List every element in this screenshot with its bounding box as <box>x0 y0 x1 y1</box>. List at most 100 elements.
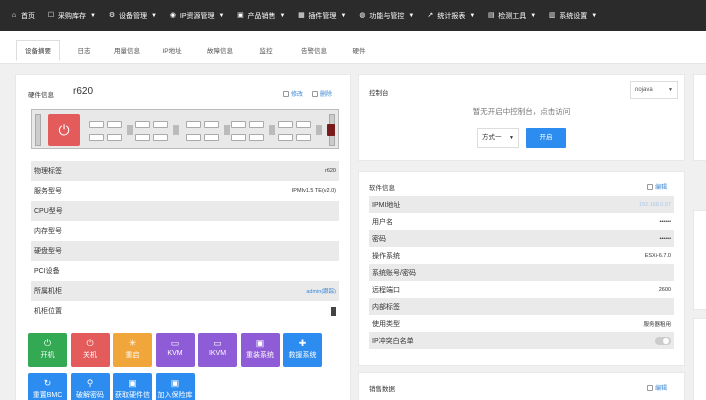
nav-item[interactable]: ◉ IP资源管理 ▼ <box>163 0 231 31</box>
console-mode-select[interactable]: 方式一 ▼ <box>477 128 519 148</box>
edit-icon <box>647 384 653 391</box>
ip-whitelist-toggle[interactable] <box>655 336 671 345</box>
power-icon[interactable]: ⏻ <box>48 114 80 146</box>
hardware-row: 服务型号 IPMIv1.5 TE(v2.0) <box>31 181 339 201</box>
console-type-select[interactable]: nojava ▼ <box>630 81 678 99</box>
edit-icon <box>647 183 653 190</box>
tab-8[interactable]: 硬件 <box>342 40 376 61</box>
drive-bay <box>135 121 150 128</box>
drive-bay <box>296 121 311 128</box>
nav-item[interactable]: ◍ 功能与管控 ▼ <box>352 0 420 31</box>
grid-icon: ▥ <box>548 11 556 19</box>
row-key: PCI设备 <box>34 268 60 275</box>
nav-item[interactable]: ▤ 检测工具 ▼ <box>481 0 542 31</box>
edit-software-link[interactable]: 编辑 <box>647 182 667 191</box>
nav-label: IP资源管理 <box>179 12 215 20</box>
row-key: 机柜位置 <box>34 308 62 315</box>
row-key: 系统账号/密码 <box>372 269 416 277</box>
nav-item[interactable]: ⚙ 设备管理 ▼ <box>102 0 163 31</box>
action-button[interactable]: ✳ 重启 <box>113 333 152 367</box>
nav-label: 产品销售 <box>247 12 276 20</box>
action-label: KVM <box>167 350 183 357</box>
bay-indicator <box>316 125 322 135</box>
delete-hardware-link[interactable]: 删除 <box>312 89 332 98</box>
action-icon: ▭ <box>170 338 180 348</box>
server-illustration: ⏻ <box>31 109 339 149</box>
row-value[interactable]: 192.168.0.57 <box>639 202 671 208</box>
open-console-button[interactable]: 开启 <box>526 128 566 148</box>
row-key: 硬盘型号 <box>34 248 62 255</box>
row-value: 2600 <box>658 286 671 293</box>
tab-7[interactable]: 告警信息 <box>290 40 338 61</box>
bay-indicator <box>173 125 179 135</box>
action-icon: ⏻ <box>43 338 52 348</box>
side-panel-top <box>693 74 706 161</box>
hardware-row: 内存型号 <box>31 221 339 241</box>
software-row: 密码 •••••• <box>369 230 674 247</box>
action-label: 破解密码 <box>76 392 104 399</box>
tab-4[interactable]: IP地址 <box>152 40 192 61</box>
action-button[interactable]: ⏻ 关机 <box>70 333 110 367</box>
software-fields: IPMI地址 192.168.0.57 用户名 •••••• 密码 •••••• 操作系统 E… <box>369 196 674 349</box>
action-button[interactable]: ▣ 加入保险库 <box>155 373 195 400</box>
console-title: 控制台 <box>369 90 389 97</box>
row-key: IPMI地址 <box>372 201 401 209</box>
chart-icon: ↗ <box>427 11 434 19</box>
nav-label: 设备管理 <box>118 12 147 20</box>
action-icon: ✳ <box>128 338 137 348</box>
tab-6[interactable]: 监控 <box>247 40 285 61</box>
nav-item[interactable]: ▦ 插件管理 ▼ <box>291 0 352 31</box>
hardware-fields: 物理标签 r620 服务型号 IPMIv1.5 TE(v2.0) CPU型号 内存型号 硬盘… <box>31 161 339 321</box>
nav-label: 首页 <box>21 12 35 20</box>
row-value[interactable]: admin(跟踪) <box>306 287 336 295</box>
hardware-row: 机柜位置 <box>31 301 339 321</box>
sales-card: 销售数据 编辑 <box>358 372 685 400</box>
delete-label: 删除 <box>320 92 333 98</box>
nav-item[interactable]: ☐ 采购库存 ▼ <box>41 0 102 31</box>
gear-icon: ⚙ <box>108 11 116 19</box>
software-row: 用户名 •••••• <box>369 213 674 230</box>
caret-down-icon: ▼ <box>150 12 157 19</box>
bay-indicator <box>224 125 230 135</box>
drive-bay <box>249 121 264 128</box>
hardware-name: r620 <box>73 86 94 97</box>
action-icon: ▣ <box>170 378 180 388</box>
nav-label: 系统设置 <box>559 12 588 20</box>
tab-1[interactable]: 设备摘要 <box>16 40 60 61</box>
tab-5[interactable]: 故障信息 <box>197 40 243 61</box>
row-key: 使用类型 <box>372 320 400 328</box>
row-value: IPMIv1.5 TE(v2.0) <box>291 188 336 194</box>
home-icon: ⌂ <box>11 11 17 19</box>
edit-icon <box>283 90 289 97</box>
action-label: 救援系统 <box>288 352 317 359</box>
drive-bay <box>278 134 293 141</box>
nav-item[interactable]: ⌂ 首页 <box>4 0 41 31</box>
nav-item[interactable]: ▣ 产品销售 ▼ <box>230 0 291 31</box>
console-mode-value: 方式一 <box>482 134 502 141</box>
hardware-title: 硬件信息 <box>28 92 54 99</box>
action-button[interactable]: ⏻ 开机 <box>28 333 67 367</box>
action-button[interactable]: ▭ KVM <box>155 333 195 367</box>
side-panel-middle <box>693 210 706 310</box>
action-button[interactable]: ▭ IKVM <box>198 333 237 367</box>
nav-label: 插件管理 <box>308 12 337 20</box>
tab-3[interactable]: 用量信息 <box>106 40 148 61</box>
edit-sales-link[interactable]: 编辑 <box>647 383 667 392</box>
rack-handle-left <box>35 114 41 146</box>
action-button[interactable]: ⚲ 破解密码 <box>70 373 110 400</box>
tab-2[interactable]: 日志 <box>66 40 102 61</box>
rack-icon <box>331 306 336 316</box>
action-button[interactable]: ✚ 救援系统 <box>283 333 322 367</box>
action-button[interactable]: ▣ 重装系统 <box>240 333 280 367</box>
action-label: 重装系统 <box>246 352 274 359</box>
action-button[interactable]: ↻ 重置BMC <box>28 373 67 400</box>
action-button[interactable]: ▣ 获取硬件信息 <box>113 373 152 400</box>
edit-hardware-link[interactable]: 修改 <box>283 89 303 98</box>
nav-label: 检测工具 <box>498 12 527 20</box>
drive-bay <box>89 121 104 128</box>
drive-bay <box>107 134 122 141</box>
nav-item[interactable]: ▥ 系统设置 ▼ <box>542 0 603 31</box>
caret-down-icon: ▼ <box>530 12 537 19</box>
nav-label: 统计报表 <box>437 12 466 20</box>
nav-item[interactable]: ↗ 统计报表 ▼ <box>420 0 481 31</box>
